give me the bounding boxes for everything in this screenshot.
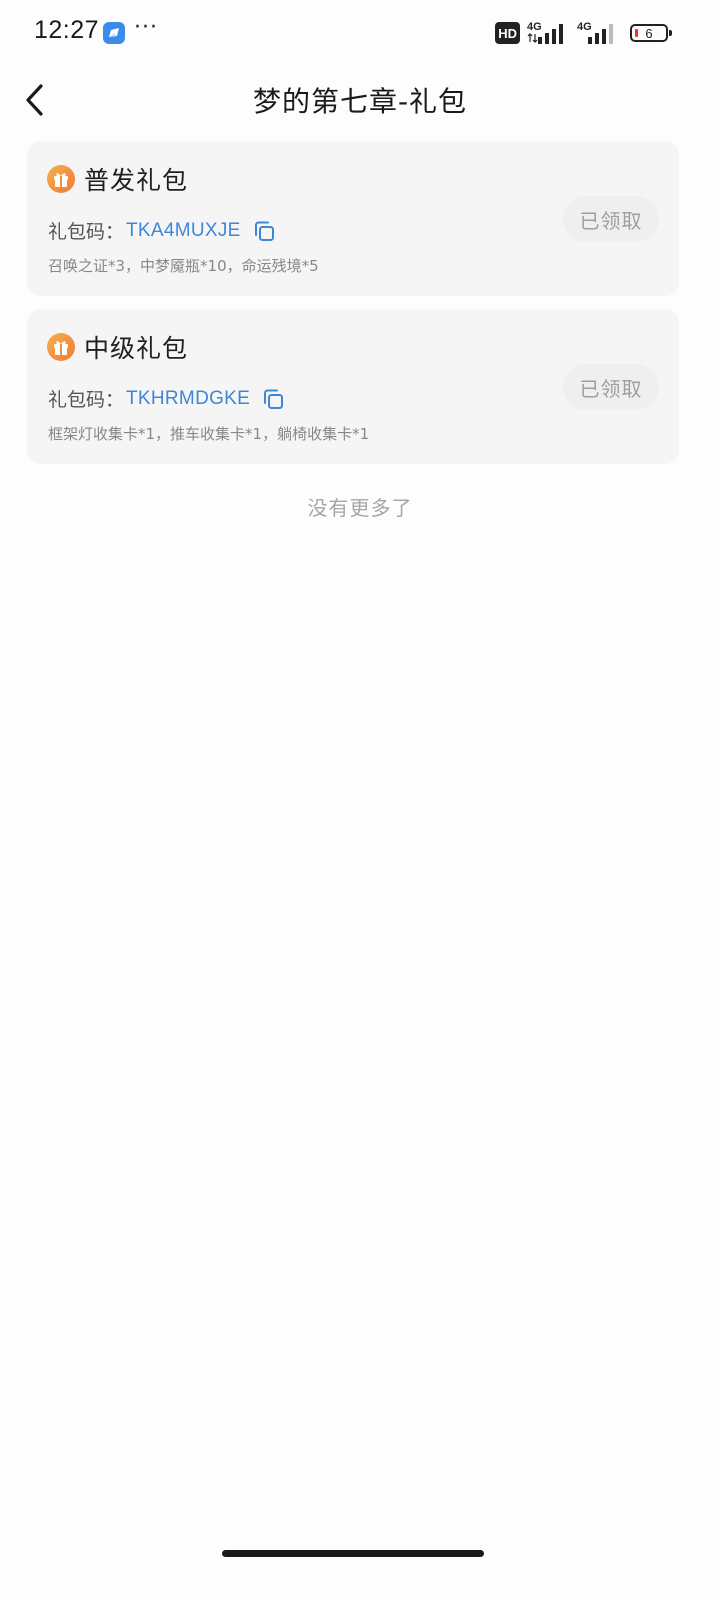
gift-list: 普发礼包 礼包码： TKA4MUXJE 召唤之证*3，中梦魇瓶*10，命运残境*… [27, 141, 679, 477]
gift-code-label: 礼包码： [48, 221, 125, 243]
gift-code-label: 礼包码： [48, 389, 125, 411]
gift-code-row: 礼包码： TKA4MUXJE [48, 217, 276, 244]
hd-label: HD [498, 25, 517, 41]
home-indicator[interactable] [222, 1550, 484, 1557]
battery-fill [635, 29, 638, 37]
network-label-2: 4G [577, 21, 592, 33]
page-title: 梦的第七章-礼包 [252, 85, 468, 118]
copy-icon[interactable] [261, 387, 285, 411]
signal-4g-icon-2: 4G [577, 21, 613, 44]
gift-name: 普发礼包 [84, 166, 189, 195]
more-notifications-icon: ··· [134, 15, 158, 40]
hd-badge: HD [495, 22, 520, 44]
battery-level: 6 [645, 25, 653, 41]
gift-icon [47, 333, 75, 361]
status-indicators: HD 4G 4G 6 [495, 19, 672, 47]
network-label: 4G [527, 21, 542, 33]
gift-code[interactable]: TKHRMDGKE [126, 388, 250, 410]
status-bar: 12:27 ··· HD 4G 4G 6 [0, 0, 720, 66]
gift-card: 普发礼包 礼包码： TKA4MUXJE 召唤之证*3，中梦魇瓶*10，命运残境*… [27, 141, 679, 296]
claimed-button[interactable]: 已领取 [563, 364, 659, 410]
copy-icon[interactable] [252, 219, 276, 243]
signal-4g-icon: 4G [527, 21, 563, 44]
gift-contents: 框架灯收集卡*1，推车收集卡*1，躺椅收集卡*1 [48, 425, 370, 443]
gift-card: 中级礼包 礼包码： TKHRMDGKE 框架灯收集卡*1，推车收集卡*1，躺椅收… [27, 309, 679, 464]
gift-code[interactable]: TKA4MUXJE [126, 220, 241, 242]
gift-icon [47, 165, 75, 193]
gift-contents: 召唤之证*3，中梦魇瓶*10，命运残境*5 [48, 257, 319, 275]
blue-app-icon [103, 22, 125, 44]
no-more-text: 没有更多了 [307, 496, 413, 520]
status-time: 12:27 [34, 16, 100, 44]
gift-code-row: 礼包码： TKHRMDGKE [48, 385, 285, 412]
claimed-button[interactable]: 已领取 [563, 196, 659, 242]
gift-name: 中级礼包 [84, 334, 189, 363]
header: 梦的第七章-礼包 [0, 70, 720, 130]
battery-icon: 6 [630, 24, 672, 42]
